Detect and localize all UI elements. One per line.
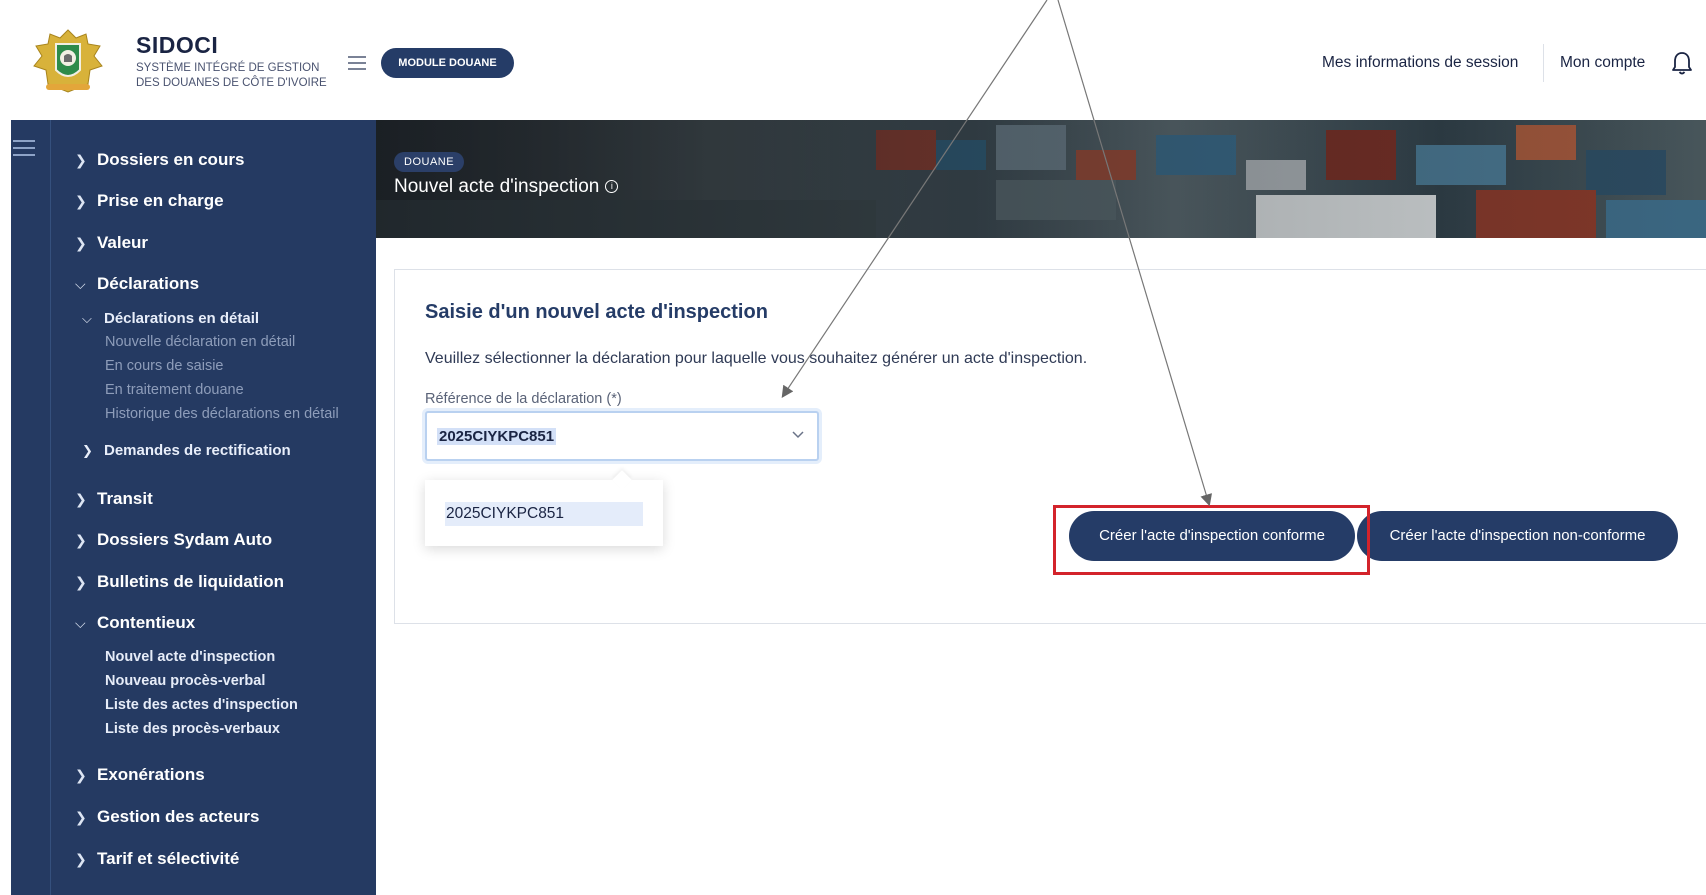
sidebar-leaf-en-traitement-douane[interactable]: En traitement douane [105,382,244,398]
sidebar-item-label: Gestion des acteurs [97,807,260,826]
session-info-link[interactable]: Mes informations de session [1322,54,1518,72]
sidebar-leaf-en-cours-de-saisie[interactable]: En cours de saisie [105,358,223,374]
form-title: Saisie d'un nouvel acte d'inspection [425,301,768,323]
header-divider [1543,44,1544,82]
bell-icon[interactable] [1670,50,1694,76]
sidebar-item-dossiers-en-cours[interactable]: ❯ Dossiers en cours [75,150,244,170]
sidebar-item-transit[interactable]: ❯ Transit [75,489,153,509]
sidebar-leaf-liste-proces-verbaux[interactable]: Liste des procès-verbaux [105,721,280,737]
menu-icon[interactable] [348,56,366,70]
sidebar-item-bulletins-liquidation[interactable]: ❯ Bulletins de liquidation [75,572,284,592]
create-non-conforme-button[interactable]: Créer l'acte d'inspection non-conforme [1357,511,1678,561]
brand-name: SIDOCI [136,32,219,58]
chevron-right-icon: ❯ [75,152,87,168]
sidebar-leaf-nouveau-proces-verbal[interactable]: Nouveau procès-verbal [105,673,265,689]
dropdown-option[interactable]: 2025CIYKPC851 [445,502,643,526]
module-douane-button[interactable]: MODULE DOUANE [381,48,514,78]
sidebar-item-label: Tarif et sélectivité [97,849,240,868]
sidebar-item-declarations[interactable]: ⌵ Déclarations [75,274,199,294]
sidebar-item-valeur[interactable]: ❯ Valeur [75,233,148,253]
top-header: SIDOCI Système intégré de gestion des do… [0,0,1706,120]
form-description: Veuillez sélectionner la déclaration pou… [425,350,1088,367]
brand-subtitle-line2: des douanes de Côte d'Ivoire [136,77,327,89]
sidebar-item-label: Prise en charge [97,191,224,210]
chevron-right-icon: ❯ [82,443,93,458]
account-link[interactable]: Mon compte [1560,54,1645,72]
sidebar-item-dossiers-sydam-auto[interactable]: ❯ Dossiers Sydam Auto [75,530,272,550]
sidebar-item-label: Valeur [97,233,149,252]
sidebar-subitem-label: Demandes de rectification [104,442,291,459]
sidebar-leaf-liste-actes-inspection[interactable]: Liste des actes d'inspection [105,697,298,713]
sidebar-item-label: Dossiers en cours [97,150,245,169]
sidebar-subitem-demandes-rectification[interactable]: ❯ Demandes de rectification [82,442,291,459]
chevron-down-icon: ⌵ [82,311,92,326]
chevron-right-icon: ❯ [75,809,87,825]
sidebar-leaf-historique[interactable]: Historique des déclarations en détail [105,406,339,422]
info-icon[interactable]: i [605,180,619,194]
sidebar-item-label: Transit [97,489,153,508]
declaration-reference-label: Référence de la déclaration (*) [425,391,622,407]
chevron-right-icon: ❯ [75,767,87,783]
form-card: Saisie d'un nouvel acte d'inspection Veu… [394,269,1706,624]
chevron-right-icon: ❯ [75,491,87,507]
brand-block: SIDOCI Système intégré de gestion des do… [136,32,327,91]
sidebar-item-label: Bulletins de liquidation [97,572,284,591]
coat-of-arms-logo [33,29,103,93]
sidebar-leaf-nouvel-acte-inspection[interactable]: Nouvel acte d'inspection [105,649,275,665]
chevron-right-icon: ❯ [75,851,87,867]
dropdown-notch [612,470,632,490]
declaration-reference-select[interactable]: 2025CIYKPC851 [425,411,819,461]
chevron-right-icon: ❯ [75,235,87,251]
sidebar-subitem-label: Déclarations en détail [104,310,260,327]
select-value: 2025CIYKPC851 [437,428,557,445]
sidebar-item-label: Déclarations [97,274,200,293]
page-banner: DOUANE Nouvel acte d'inspection i [376,120,1706,238]
page-title-text: Nouvel acte d'inspection [394,176,600,197]
sidebar-item-label: Dossiers Sydam Auto [97,530,273,549]
chevron-right-icon: ❯ [75,532,87,548]
chevron-down-icon: ⌵ [75,615,86,631]
sidebar-item-prise-en-charge[interactable]: ❯ Prise en charge [75,191,224,211]
brand-subtitle-line1: Système intégré de gestion [136,62,320,74]
sidebar: ❯ Dossiers en cours ❯ Prise en charge ❯ Val… [11,120,376,895]
chevron-right-icon: ❯ [75,193,87,209]
sidebar-leaf-nouvelle-declaration[interactable]: Nouvelle déclaration en détail [105,334,295,350]
chevron-down-icon: ⌵ [75,276,86,292]
banner-badge: DOUANE [394,152,465,172]
sidebar-rail [11,120,51,895]
sidebar-item-label: Exonérations [97,765,205,784]
page-title: Nouvel acte d'inspection i [394,176,619,198]
sidebar-item-contentieux[interactable]: ⌵ Contentieux [75,613,195,633]
sidebar-subitem-declarations-en-detail[interactable]: ⌵ Déclarations en détail [82,310,259,327]
sidebar-item-gestion-acteurs[interactable]: ❯ Gestion des acteurs [75,807,260,827]
sidebar-item-tarif-selectivite[interactable]: ❯ Tarif et sélectivité [75,849,239,869]
sidebar-item-label: Contentieux [97,613,196,632]
chevron-right-icon: ❯ [75,574,87,590]
highlight-box [1053,505,1370,575]
select-dropdown: 2025CIYKPC851 [425,470,663,546]
chevron-down-icon [792,431,804,439]
sidebar-toggle-icon[interactable] [13,140,35,161]
sidebar-item-exonerations[interactable]: ❯ Exonérations [75,765,205,785]
